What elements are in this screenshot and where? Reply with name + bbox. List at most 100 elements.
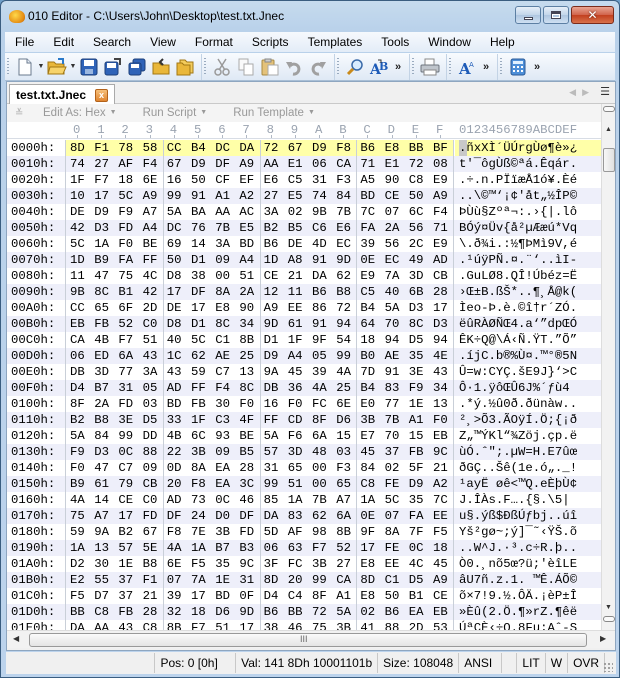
hex-byte[interactable]: 8F [312, 412, 327, 428]
horizontal-scroll-thumb[interactable]: III [29, 633, 587, 647]
hex-byte[interactable]: FB [118, 604, 133, 620]
row-text[interactable]: »Èû(2.Ö.¶»rZ.¶êë [459, 604, 599, 620]
hex-byte[interactable]: 17 [167, 284, 182, 300]
hex-bytes[interactable]: E2 55 37 F1 07 7A 1E 31 8D 20 99 CA 8D C1 D5 A9 [65, 572, 455, 588]
hex-bytes[interactable]: CA 4B F7 51 40 5C C1 8B D1 1F 9F 54 18 94 D5 94 [65, 332, 455, 348]
hex-byte[interactable]: A7 [94, 508, 109, 524]
hex-row[interactable]: 0040h: DE D9 F9 A7 5A BA AA AC 3A 02 9B 7B 7C 07 6C F4 ÞÙ… [7, 204, 601, 220]
hex-byte[interactable]: 8B [167, 620, 182, 630]
hex-byte[interactable]: 27 [264, 188, 279, 204]
status-width[interactable]: W [544, 653, 567, 673]
hex-byte[interactable]: AE [385, 348, 400, 364]
hex-byte[interactable]: 1F [191, 412, 206, 428]
hex-byte[interactable]: CA [336, 572, 351, 588]
hex-byte[interactable]: 38 [264, 620, 279, 630]
hex-byte[interactable]: 8D [70, 140, 85, 156]
hex-byte[interactable]: D2 [70, 556, 85, 572]
hex-byte[interactable]: 07 [385, 204, 400, 220]
hex-byte[interactable]: 6F [118, 300, 133, 316]
hex-byte[interactable]: 51 [215, 620, 230, 630]
hex-byte[interactable]: DC [215, 140, 230, 156]
hex-byte[interactable]: C0 [143, 492, 158, 508]
hex-byte[interactable]: 3B [336, 620, 351, 630]
hex-byte[interactable]: 65 [94, 300, 109, 316]
hex-byte[interactable]: F0 [70, 460, 85, 476]
hex-byte[interactable]: 4A [70, 492, 85, 508]
hex-byte[interactable]: 5E [143, 540, 158, 556]
row-text[interactable]: \.ð¾i.:½¶ÞMì9V,é [459, 236, 599, 252]
hex-byte[interactable]: 1F [288, 332, 303, 348]
row-text[interactable]: BÓý¤Üv{å²µÆæú*Vq [459, 220, 599, 236]
menu-view[interactable]: View [140, 35, 185, 49]
hex-byte[interactable]: EB [70, 316, 85, 332]
hex-byte[interactable]: 4A [167, 540, 182, 556]
menu-help[interactable]: Help [480, 35, 524, 49]
hex-byte[interactable]: 40 [167, 332, 182, 348]
hex-byte[interactable]: 0F [239, 588, 254, 604]
hex-row[interactable]: 0050h: 42 D3 FD A4 DC 76 7B E5 B2 B5 C6 E6 FA 2A 56 71 BÓ… [7, 220, 601, 236]
hex-byte[interactable]: B8 [143, 556, 158, 572]
row-text[interactable]: t'¯ôgÙß©ªá.Êqár. [459, 156, 599, 172]
open-file-button[interactable] [46, 56, 68, 78]
hex-bytes[interactable]: CC 65 6F 2D DE 17 E8 90 A9 EE 86 72 B4 5A D3 17 [65, 300, 455, 316]
hex-byte[interactable]: CC [70, 300, 85, 316]
hex-byte[interactable]: FC [288, 556, 303, 572]
hex-byte[interactable]: 65 [288, 460, 303, 476]
hex-byte[interactable]: 75 [312, 620, 327, 630]
hex-byte[interactable]: CB [433, 268, 448, 284]
hex-byte[interactable]: 77 [385, 396, 400, 412]
hex-byte[interactable]: E9 [360, 268, 375, 284]
hex-byte[interactable]: 31 [239, 572, 254, 588]
hex-byte[interactable]: C8 [143, 620, 158, 630]
hex-byte[interactable]: 54 [336, 332, 351, 348]
hex-byte[interactable]: 98 [312, 524, 327, 540]
hex-byte[interactable]: 59 [70, 524, 85, 540]
hex-byte[interactable]: 90 [385, 172, 400, 188]
hex-byte[interactable]: 6E [143, 172, 158, 188]
hex-row[interactable]: 0120h: 5A 84 99 DD 4B 6C 93 BE 5A F6 6A 15 E7 70 15 EB Z„… [7, 428, 601, 444]
hex-byte[interactable]: 8F [70, 396, 85, 412]
scroll-down-icon[interactable]: ▼ [605, 604, 612, 611]
hex-byte[interactable]: 1C [167, 348, 182, 364]
hex-byte[interactable]: F8 [167, 524, 182, 540]
hex-byte[interactable]: 18 [360, 332, 375, 348]
hex-byte[interactable]: B8 [336, 284, 351, 300]
hex-byte[interactable]: AA [215, 204, 230, 220]
hex-byte[interactable]: 5A [70, 428, 85, 444]
hex-byte[interactable]: B4 [360, 380, 375, 396]
hex-byte[interactable]: BE [239, 428, 254, 444]
hex-byte[interactable]: 25 [336, 380, 351, 396]
hex-byte[interactable]: D1 [264, 332, 279, 348]
hex-byte[interactable]: 7E [191, 524, 206, 540]
hex-byte[interactable]: F1 [143, 572, 158, 588]
hex-byte[interactable]: 3A [143, 364, 158, 380]
hex-byte[interactable]: DB [264, 380, 279, 396]
hex-byte[interactable]: 30 [215, 396, 230, 412]
hex-byte[interactable]: 77 [118, 364, 133, 380]
hex-byte[interactable]: FF [191, 380, 206, 396]
scroll-right-icon[interactable]: ▶ [600, 634, 606, 643]
hex-byte[interactable]: 1A [70, 540, 85, 556]
hex-byte[interactable]: DE [167, 300, 182, 316]
hex-byte[interactable]: 73 [191, 492, 206, 508]
hex-byte[interactable]: B7 [94, 380, 109, 396]
hex-byte[interactable]: 16 [264, 396, 279, 412]
hex-byte[interactable]: 99 [167, 188, 182, 204]
row-text[interactable]: .¹úÿPÑ.¤.¨‘..ìI- [459, 252, 599, 268]
hex-byte[interactable]: B9 [94, 252, 109, 268]
hex-byte[interactable]: 24 [191, 508, 206, 524]
tab-list-menu-icon[interactable]: ☰ [600, 85, 610, 98]
hex-byte[interactable]: 4D [312, 236, 327, 252]
hex-byte[interactable]: 57 [264, 444, 279, 460]
hex-byte[interactable]: BB [70, 604, 85, 620]
hex-byte[interactable]: 13 [239, 364, 254, 380]
hex-editor[interactable]: 0 1 2 3 4 5 6 7 8 9 A B C D E F 0123456789ABCDEF 0000h: 8… [7, 122, 601, 630]
hex-byte[interactable]: 91 [191, 188, 206, 204]
hex-bytes[interactable]: EB FB 52 C0 D8 D1 8C 34 9D 61 91 94 64 70 8C D3 [65, 316, 455, 332]
row-text[interactable]: Ò0.¸nõ5œ?ü;'èîLE [459, 556, 599, 572]
hex-byte[interactable]: D9 [191, 156, 206, 172]
hex-byte[interactable]: 20 [288, 572, 303, 588]
hex-byte[interactable]: 8C [215, 316, 230, 332]
hex-byte[interactable]: 9D [239, 604, 254, 620]
hex-byte[interactable]: FA [118, 252, 133, 268]
